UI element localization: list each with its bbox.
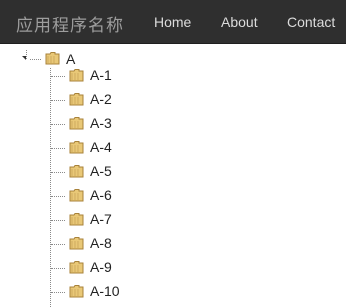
nav-link-home[interactable]: Home (154, 14, 191, 30)
child-connector (51, 100, 65, 101)
folder-tree: A A-1 A-2 A-3 A-4 A-5 A-6 A-7 A-8 A-9 A-10 (0, 44, 346, 307)
tree-node-label[interactable]: A-9 (90, 259, 112, 275)
child-connector (51, 196, 65, 197)
children-trunk (50, 68, 51, 307)
folder-icon (69, 93, 84, 106)
collapse-toggle-icon[interactable] (22, 56, 26, 60)
app-brand[interactable]: 应用程序名称 (16, 11, 124, 36)
child-connector (51, 268, 65, 269)
folder-icon (69, 261, 84, 274)
tree-node-label[interactable]: A-3 (90, 115, 112, 131)
tree-node-label[interactable]: A-8 (90, 235, 112, 251)
folder-icon (69, 213, 84, 226)
folder-icon (69, 69, 84, 82)
tree-node-label[interactable]: A-6 (90, 187, 112, 203)
child-connector (51, 148, 65, 149)
tree-node-label[interactable]: A-5 (90, 163, 112, 179)
child-connector (51, 76, 65, 77)
folder-icon (69, 237, 84, 250)
root-connector-top (26, 50, 27, 59)
top-navbar: 应用程序名称 Home About Contact (0, 0, 346, 44)
root-connector (30, 59, 41, 60)
nav-link-about[interactable]: About (221, 14, 258, 30)
tree-node-root-label[interactable]: A (66, 51, 75, 67)
tree-node-label[interactable]: A-1 (90, 67, 112, 83)
folder-icon (69, 117, 84, 130)
child-connector (51, 172, 65, 173)
child-connector (51, 292, 65, 293)
nav-link-contact[interactable]: Contact (287, 14, 335, 30)
tree-node-label[interactable]: A-4 (90, 139, 112, 155)
tree-node-label[interactable]: A-2 (90, 91, 112, 107)
folder-icon (69, 141, 84, 154)
folder-icon (69, 189, 84, 202)
child-connector (51, 124, 65, 125)
folder-icon (69, 165, 84, 178)
child-connector (51, 244, 65, 245)
tree-node-label[interactable]: A-10 (90, 283, 120, 299)
tree-node-label[interactable]: A-7 (90, 211, 112, 227)
folder-icon (45, 52, 60, 65)
child-connector (51, 220, 65, 221)
folder-icon (69, 285, 84, 298)
